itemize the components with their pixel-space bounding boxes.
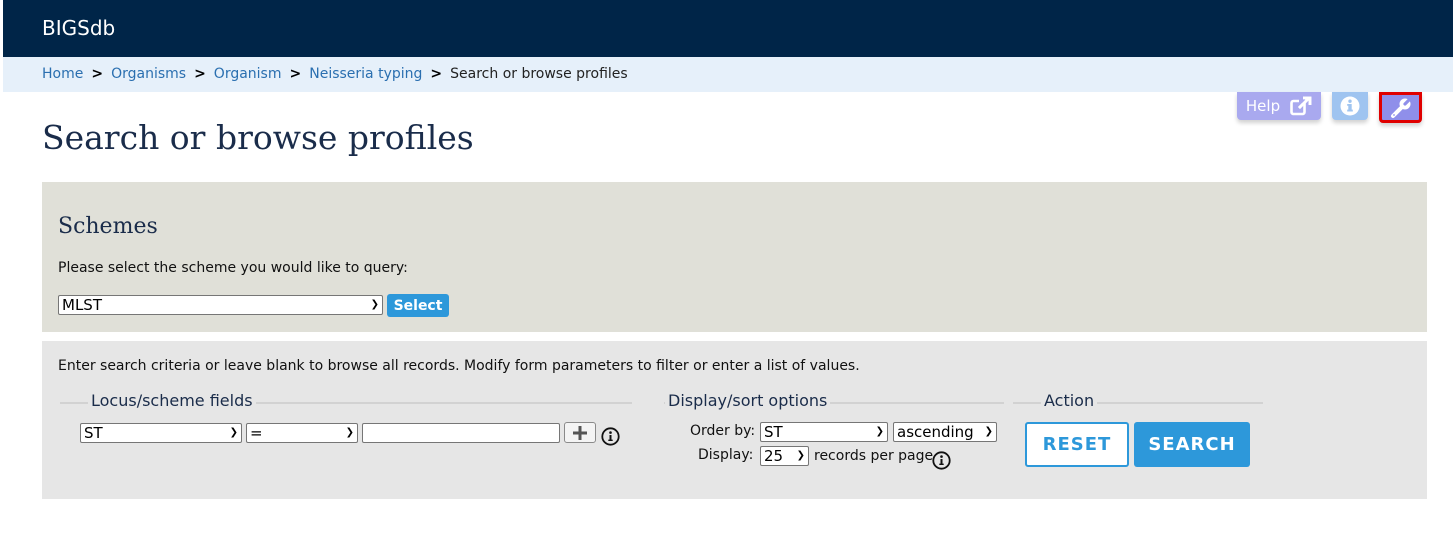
order-by-label: Order by: xyxy=(690,423,756,439)
breadcrumb-home[interactable]: Home xyxy=(42,66,83,82)
chevron-down-icon: ❯ xyxy=(796,450,805,461)
display-count-select[interactable]: 25 ❯ xyxy=(760,446,809,466)
records-per-page-label: records per page xyxy=(814,448,934,464)
display-sort-legend: Display/sort options xyxy=(665,391,831,410)
search-button[interactable]: SEARCH xyxy=(1134,422,1250,467)
tools-button[interactable] xyxy=(1379,92,1422,123)
order-by-select[interactable]: ST ❯ xyxy=(760,422,888,442)
display-label: Display: xyxy=(698,447,754,463)
plus-icon xyxy=(572,425,588,441)
external-link-icon xyxy=(1290,96,1312,116)
chevron-down-icon: ❯ xyxy=(229,427,238,438)
info-button[interactable] xyxy=(1332,92,1368,120)
breadcrumb-organisms[interactable]: Organisms xyxy=(111,66,186,82)
breadcrumb-separator: > xyxy=(194,66,206,82)
wrench-icon xyxy=(1390,96,1412,119)
order-by-value: ST xyxy=(764,423,783,441)
chevron-down-icon: ❯ xyxy=(875,426,884,437)
breadcrumb-separator: > xyxy=(91,66,104,82)
search-panel: Enter search criteria or leave blank to … xyxy=(42,341,1427,499)
operator-select[interactable]: = ❯ xyxy=(246,423,358,443)
scheme-select[interactable]: MLST ❯ xyxy=(58,295,383,315)
breadcrumb: Home > Organisms > Organism > Neisseria typing… xyxy=(3,57,1453,92)
chevron-down-icon: ❯ xyxy=(345,427,354,438)
schemes-prompt: Please select the scheme you would like … xyxy=(58,260,408,276)
chevron-down-icon: ❯ xyxy=(370,299,379,310)
info-circle-icon[interactable] xyxy=(932,451,951,470)
brand-title[interactable]: BIGSdb xyxy=(42,16,115,40)
schemes-panel: Schemes Please select the scheme you wou… xyxy=(42,182,1427,332)
action-legend: Action xyxy=(1041,391,1098,410)
display-count-value: 25 xyxy=(764,447,784,465)
info-icon xyxy=(1340,96,1360,116)
locus-fields-legend: Locus/scheme fields xyxy=(88,391,256,410)
sort-direction-select[interactable]: ascending ❯ xyxy=(893,422,997,442)
top-navbar: BIGSdb xyxy=(3,0,1453,57)
breadcrumb-neisseria-typing[interactable]: Neisseria typing xyxy=(309,66,422,82)
reset-button[interactable]: RESET xyxy=(1025,422,1129,467)
add-field-button[interactable] xyxy=(564,422,596,443)
locus-field-value: ST xyxy=(84,424,103,442)
info-circle-icon[interactable] xyxy=(601,427,620,446)
schemes-heading: Schemes xyxy=(58,214,158,239)
locus-field-select[interactable]: ST ❯ xyxy=(80,423,242,443)
chevron-down-icon: ❯ xyxy=(984,426,993,437)
search-value-input[interactable] xyxy=(362,423,560,443)
scheme-select-value: MLST xyxy=(62,296,102,314)
operator-value: = xyxy=(250,424,263,442)
breadcrumb-organism[interactable]: Organism xyxy=(214,66,282,82)
breadcrumb-separator: > xyxy=(430,66,443,82)
breadcrumb-separator: > xyxy=(289,66,302,82)
page-title: Search or browse profiles xyxy=(42,118,474,157)
help-button[interactable]: Help xyxy=(1237,92,1321,120)
select-scheme-button[interactable]: Select xyxy=(387,294,449,317)
sort-direction-value: ascending xyxy=(897,423,974,441)
help-label: Help xyxy=(1245,97,1281,115)
search-instructions: Enter search criteria or leave blank to … xyxy=(58,358,860,374)
breadcrumb-current: Search or browse profiles xyxy=(450,66,628,82)
